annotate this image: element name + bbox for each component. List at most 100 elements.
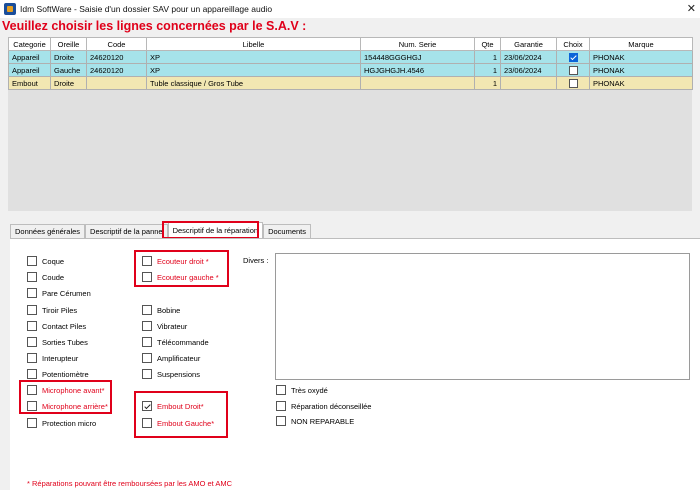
option-telecommande[interactable]: Télécommande: [142, 337, 209, 347]
cell-num-serie[interactable]: HGJGHGJH.4546: [360, 63, 475, 77]
checkbox[interactable]: [142, 353, 152, 363]
option-sorties-tubes[interactable]: Sorties Tubes: [27, 337, 88, 347]
option-contact-piles[interactable]: Contact Piles: [27, 321, 86, 331]
checkbox[interactable]: [142, 337, 152, 347]
cell-libelle[interactable]: Tuble classique / Gros Tube: [146, 76, 361, 90]
checkbox[interactable]: [27, 369, 37, 379]
option-vibrateur[interactable]: Vibrateur: [142, 321, 187, 331]
table-row[interactable]: Appareil Droite 24620120 XP 154448GGGHGJ…: [8, 50, 693, 64]
option-non-reparable[interactable]: NON REPARABLE: [276, 416, 354, 426]
tab-bar: Données générales Descriptif de la panne…: [10, 222, 311, 238]
cell-choix: [556, 50, 590, 64]
cell-oreille[interactable]: Droite: [50, 76, 87, 90]
checkbox[interactable]: [27, 418, 37, 428]
option-potentiometre[interactable]: Potentiomètre: [27, 369, 89, 379]
checkbox[interactable]: [142, 305, 152, 315]
option-reparation-deconseillee[interactable]: Réparation déconseillée: [276, 401, 371, 411]
choix-checkbox[interactable]: [568, 78, 578, 88]
option-label: Contact Piles: [42, 321, 87, 331]
option-coude[interactable]: Coude: [27, 272, 64, 282]
option-label: Tiroir Piles: [42, 305, 78, 315]
checkbox[interactable]: [142, 321, 152, 331]
cell-code[interactable]: 24620120: [86, 50, 147, 64]
tab-documents[interactable]: Documents: [263, 224, 311, 238]
tab-donnees-generales[interactable]: Données générales: [10, 224, 86, 238]
cell-qte[interactable]: 1: [474, 63, 501, 77]
option-label: Pare Cérumen: [42, 288, 91, 298]
option-tiroir-piles[interactable]: Tiroir Piles: [27, 305, 77, 315]
checkbox[interactable]: [27, 272, 37, 282]
checkbox[interactable]: [27, 288, 37, 298]
cell-qte[interactable]: 1: [474, 50, 501, 64]
option-pare-cerumen[interactable]: Pare Cérumen: [27, 288, 91, 298]
col-header-num-serie[interactable]: Num. Serie: [360, 37, 475, 51]
checkbox[interactable]: [27, 321, 37, 331]
cell-garantie[interactable]: 23/06/2024: [500, 50, 557, 64]
cell-marque[interactable]: PHONAK: [589, 50, 693, 64]
option-label: Réparation déconseillée: [291, 401, 372, 411]
cell-libelle[interactable]: XP: [146, 50, 361, 64]
checkbox[interactable]: [276, 401, 286, 411]
cell-garantie[interactable]: 23/06/2024: [500, 63, 557, 77]
col-header-choix[interactable]: Choix: [556, 37, 590, 51]
option-amplificateur[interactable]: Amplificateur: [142, 353, 200, 363]
col-header-qte[interactable]: Qte: [474, 37, 501, 51]
option-protection-micro[interactable]: Protection micro: [27, 418, 96, 428]
table-row[interactable]: Appareil Gauche 24620120 XP HGJGHGJH.454…: [8, 63, 693, 77]
option-label: Vibrateur: [157, 321, 188, 331]
checkbox[interactable]: [276, 385, 286, 395]
col-header-oreille[interactable]: Oreille: [50, 37, 87, 51]
checkbox[interactable]: [27, 256, 37, 266]
divers-label: Divers :: [243, 256, 269, 265]
checkbox[interactable]: [27, 305, 37, 315]
cell-marque[interactable]: PHONAK: [589, 76, 693, 90]
choix-checkbox[interactable]: [568, 65, 578, 75]
cell-categorie[interactable]: Appareil: [8, 50, 51, 64]
choix-checkbox[interactable]: [568, 52, 578, 62]
col-header-libelle[interactable]: Libelle: [146, 37, 361, 51]
highlight-box-microphones: [19, 380, 112, 414]
option-suspensions[interactable]: Suspensions: [142, 369, 200, 379]
cell-oreille[interactable]: Droite: [50, 50, 87, 64]
cell-categorie[interactable]: Embout: [8, 76, 51, 90]
app-icon: [4, 3, 16, 15]
option-coque[interactable]: Coque: [27, 256, 64, 266]
cell-choix: [556, 63, 590, 77]
cell-num-serie[interactable]: [360, 76, 475, 90]
divers-textarea[interactable]: [275, 253, 690, 380]
col-header-categorie[interactable]: Categorie: [8, 37, 51, 51]
option-bobine[interactable]: Bobine: [142, 305, 180, 315]
checkbox[interactable]: [276, 416, 286, 426]
cell-marque[interactable]: PHONAK: [589, 63, 693, 77]
checkbox[interactable]: [27, 353, 37, 363]
col-header-garantie[interactable]: Garantie: [500, 37, 557, 51]
cell-code[interactable]: [86, 76, 147, 90]
cell-choix: [556, 76, 590, 90]
tab-descriptif-panne[interactable]: Descriptif de la panne: [85, 224, 168, 238]
highlight-box-ecouteurs: [134, 250, 229, 287]
col-header-marque[interactable]: Marque: [589, 37, 693, 51]
option-label: Télécommande: [157, 337, 209, 347]
close-icon[interactable]: ✕: [687, 2, 696, 15]
col-header-code[interactable]: Code: [86, 37, 147, 51]
option-label: Suspensions: [157, 369, 200, 379]
checkbox[interactable]: [27, 337, 37, 347]
window-title: Idm SoftWare - Saisie d'un dossier SAV p…: [20, 4, 273, 14]
option-label: NON REPARABLE: [291, 416, 355, 426]
cell-qte[interactable]: 1: [474, 76, 501, 90]
cell-code[interactable]: 24620120: [86, 63, 147, 77]
cell-categorie[interactable]: Appareil: [8, 63, 51, 77]
option-label: Coude: [42, 272, 65, 282]
option-label: Interupteur: [42, 353, 79, 363]
cell-oreille[interactable]: Gauche: [50, 63, 87, 77]
table-row[interactable]: Embout Droite Tuble classique / Gros Tub…: [8, 76, 693, 90]
checkbox[interactable]: [142, 369, 152, 379]
cell-libelle[interactable]: XP: [146, 63, 361, 77]
option-label: Bobine: [157, 305, 181, 315]
cell-num-serie[interactable]: 154448GGGHGJ: [360, 50, 475, 64]
option-label: Coque: [42, 256, 65, 266]
cell-garantie[interactable]: [500, 76, 557, 90]
option-interupteur[interactable]: Interupteur: [27, 353, 78, 363]
option-tres-oxyde[interactable]: Très oxydé: [276, 385, 328, 395]
option-label: Protection micro: [42, 418, 97, 428]
